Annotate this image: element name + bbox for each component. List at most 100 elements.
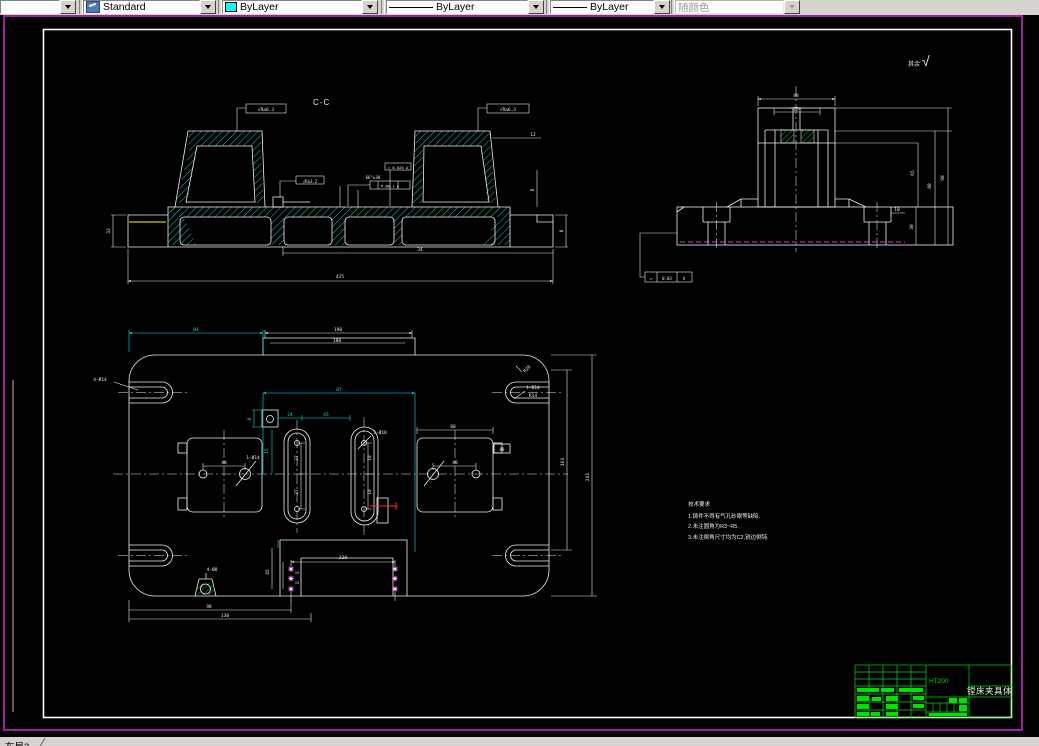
chevron-down-icon (367, 5, 373, 9)
toolbar-separator (381, 0, 385, 14)
style-combo-value: Standard (103, 1, 146, 13)
dim-label: 80 (450, 424, 456, 430)
color-combo[interactable]: ByLayer (222, 0, 378, 14)
dim-label: 164 (560, 458, 566, 466)
dim-label: √Ra6.3 (258, 107, 275, 113)
dim-label: A (683, 276, 686, 281)
point-markers (287, 565, 399, 593)
dim-label: 32 (106, 228, 112, 234)
dim-label: 48 (221, 460, 227, 466)
hatch-cyan (168, 131, 510, 245)
dim-label: 4-Ø8 (207, 566, 218, 573)
dim-label: 30 (909, 224, 915, 230)
chevron-down-icon (789, 5, 795, 9)
dim-label: 180 (333, 338, 341, 344)
dim-label: R28 (522, 364, 532, 374)
dim-label: 1-Ø14 (246, 454, 260, 461)
plotstyle-combo-arrow (784, 0, 800, 14)
hatch-green (196, 583, 215, 595)
dim-label: 4-Ø14 (93, 376, 107, 383)
title-block-material: HT200 (929, 678, 949, 685)
dim-label: 45 (265, 569, 271, 575)
layout-tab[interactable]: 布局2 (5, 742, 29, 746)
dim-label: 45 (323, 412, 329, 418)
drawing-frame (12, 28, 1013, 719)
dim-label: √Ra3.2 (303, 179, 318, 184)
dim-label: ⌓ 0.025 A (388, 165, 409, 170)
note-line: 3.未注倒角尺寸均为C2,锐边倒钝. (688, 534, 769, 541)
surface-check-icon: √ (922, 53, 930, 69)
style-combo[interactable]: Standard (83, 0, 216, 14)
dim-label: 18 (367, 489, 373, 495)
chevron-down-icon (205, 5, 211, 9)
dim-label: 15 (295, 570, 300, 575)
linetype-combo[interactable]: ByLayer (386, 0, 544, 14)
color-combo-arrow[interactable] (362, 0, 378, 14)
dim-label: 8 (559, 229, 565, 232)
layout-tab-bar: 布局2 (0, 737, 1039, 746)
centerlines (113, 392, 568, 556)
linetype-combo-arrow[interactable] (528, 0, 544, 14)
plan-view (113, 330, 597, 622)
linetype-swatch-icon (389, 6, 433, 8)
linetype-combo-value: ByLayer (436, 1, 475, 13)
dim-label: 98 (206, 604, 212, 610)
section-view (111, 103, 568, 284)
dim-label: 27 (294, 455, 300, 461)
dim-label: 12 (530, 132, 536, 138)
dim-label: 190 (334, 327, 342, 333)
dim-label: 8 (530, 188, 536, 191)
dim-label: 0.03 (662, 276, 672, 281)
dim-label: √Ra6.3 (500, 107, 517, 113)
dim-label: 87 (336, 387, 342, 393)
title-block-part-name: 镗床夹具体 (967, 686, 1013, 696)
dim-label: 40 (793, 93, 799, 99)
dim-label: 18 (367, 455, 373, 461)
surface-note-prefix: 其余 (908, 62, 921, 68)
dim-label: ⌖ Ø0.1 A (381, 184, 400, 189)
model-canvas[interactable]: 425 34 32 8 √Ra6.3 √Ra6.3 √Ra3.2 ⌓ 0.025 A 66°±3… (0, 0, 1039, 746)
color-swatch-icon (225, 2, 237, 12)
dim-label: 34 (417, 247, 423, 253)
dim-label: 48 (452, 460, 458, 466)
dim-label: R14 (529, 393, 537, 399)
lineweight-combo-value: ByLayer (590, 1, 629, 13)
chevron-down-icon (533, 5, 539, 9)
dim-label: 66°±30′ (366, 175, 383, 180)
hatch-green (800, 129, 815, 144)
lineweight-combo[interactable]: ByLayer (550, 0, 670, 14)
style-combo-arrow[interactable] (200, 0, 216, 14)
chevron-down-icon (659, 5, 665, 9)
note-line: 2.未注圆角为R3~R5. (688, 524, 739, 530)
dim-label: 15 (295, 580, 300, 585)
dim-label: Ø8 (500, 447, 505, 452)
surface-finish-note: 其余 √ (908, 54, 930, 68)
section-label: C-C (313, 98, 331, 107)
layer-combo-arrow[interactable] (60, 0, 76, 14)
dim-label: 2-Ø18 (373, 429, 387, 436)
side-view (639, 86, 954, 283)
text-style-icon (86, 1, 100, 13)
plotstyle-combo-value: 随颜色 (678, 1, 710, 14)
notes-title: 技术要求 (688, 502, 711, 508)
dim-label: 65 (910, 170, 916, 176)
dim-label: 15 (264, 448, 270, 454)
dim-label: 8 (247, 417, 253, 420)
plan-dims-white (113, 330, 597, 622)
dim-label: 425 (336, 274, 344, 280)
dim-label: 1-Ø14 (526, 384, 540, 391)
dim-label: 24 (287, 412, 293, 418)
chevron-down-icon (65, 5, 71, 9)
note-line: 1.铸件不得有气孔砂眼等缺陷. (688, 513, 761, 520)
lineweight-swatch-icon (553, 6, 587, 8)
hatch-green (780, 129, 795, 144)
plan-dims-cyan (128, 330, 416, 552)
layer-combo[interactable] (0, 0, 76, 14)
tab-separator (29, 738, 46, 746)
lineweight-combo-arrow[interactable] (654, 0, 670, 14)
dim-label: 27 (294, 489, 300, 495)
dim-label: 320 (339, 555, 347, 561)
dim-label: 88 (927, 183, 933, 189)
toolbar: Standard ByLayer ByLayer ByLayer 随颜色 (0, 0, 1039, 15)
dim-label: 25 (793, 107, 799, 113)
